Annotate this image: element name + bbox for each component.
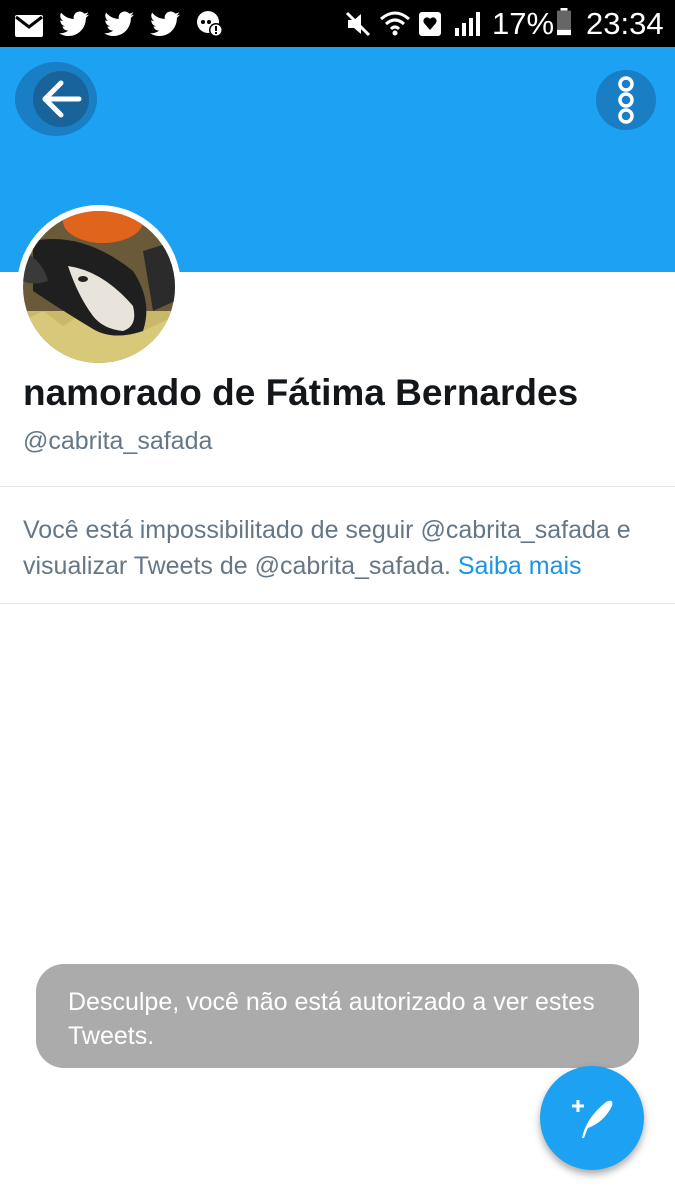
more-options-button[interactable] [596,70,656,130]
clock: 23:34 [586,6,664,41]
arrow-left-icon [33,71,89,127]
twitter-icon [59,11,89,36]
heart-icon [419,12,441,36]
back-button[interactable] [15,62,97,136]
status-bar: 17% 23:34 [0,0,675,47]
signal-icon [455,12,480,36]
learn-more-link[interactable]: Saiba mais [458,552,582,580]
goat-avatar-image [23,211,175,363]
mute-icon [345,11,371,37]
divider [0,603,675,604]
battery-percent: 17% [492,6,555,41]
wifi-icon [380,11,410,36]
display-name: namorado de Fátima Bernardes [23,372,579,413]
battery-icon [557,8,571,36]
twitter-icon [104,11,134,36]
compose-tweet-icon [572,1100,613,1138]
chat-alert-icon [197,11,223,37]
twitter-icon [150,11,180,36]
toast-message: Desculpe, você não está autorizado a ver… [36,964,639,1068]
compose-tweet-button[interactable] [540,1066,644,1170]
profile-avatar[interactable] [17,205,181,369]
mail-icon [15,15,43,37]
vertical-dots-icon [618,76,634,124]
username-handle: @cabrita_safada [23,427,213,455]
divider [0,486,675,487]
blocked-notice: Você está impossibilitado de seguir @cab… [23,512,663,584]
